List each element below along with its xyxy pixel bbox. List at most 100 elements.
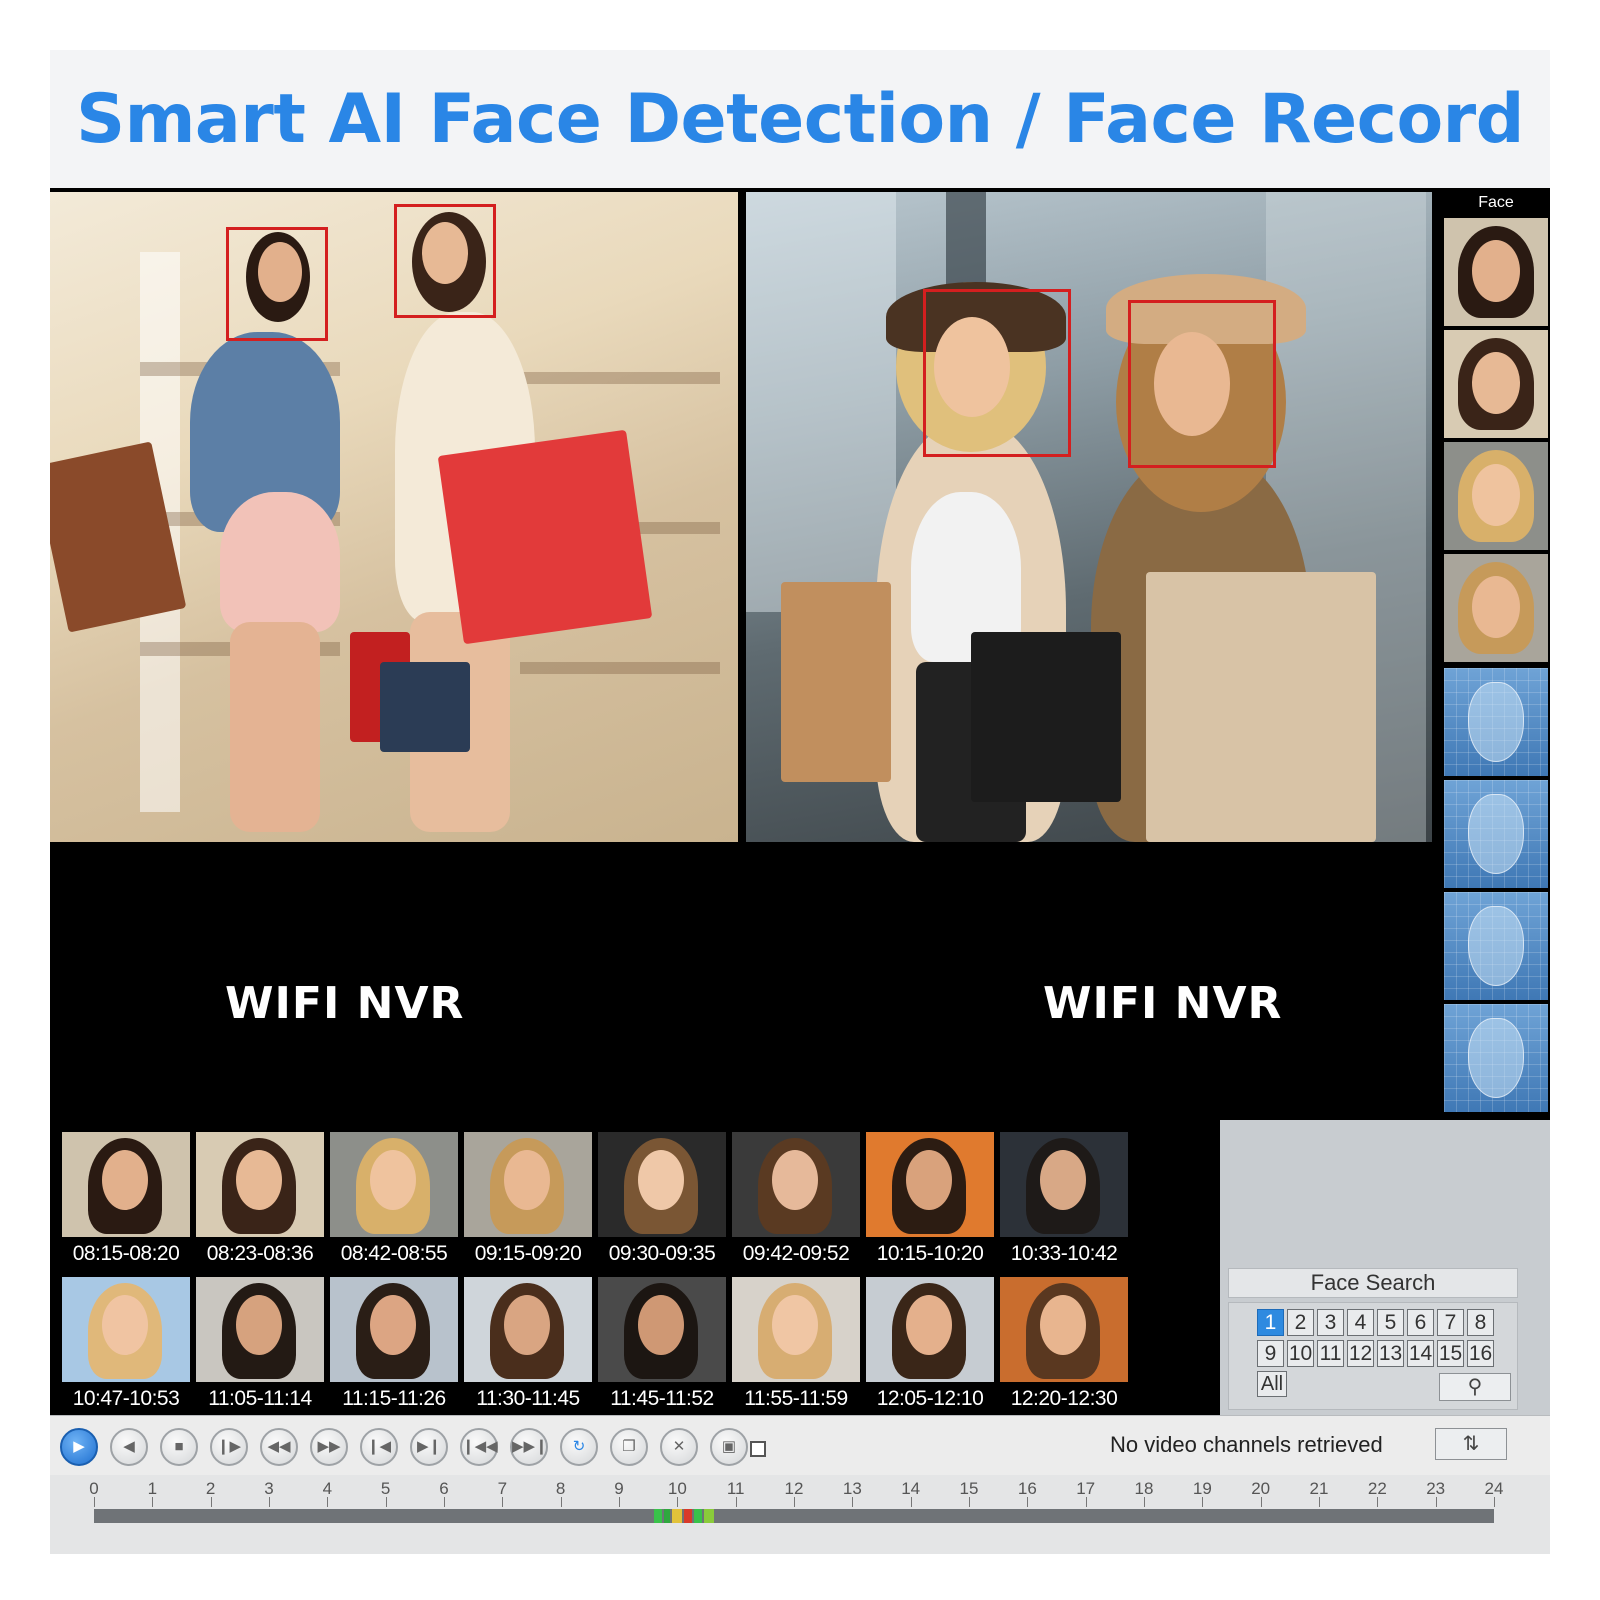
face-record-thumb[interactable] <box>1000 1277 1128 1382</box>
skip-start-button[interactable]: ❙◀ <box>360 1428 398 1466</box>
captured-face-thumb[interactable] <box>1444 330 1548 438</box>
face-record-time: 09:15-09:20 <box>474 1242 582 1265</box>
jump-forward-button[interactable]: ▶▶❙ <box>510 1428 548 1466</box>
skip-end-button[interactable]: ▶❙ <box>410 1428 448 1466</box>
channel-button-6[interactable]: 6 <box>1407 1309 1434 1336</box>
captured-face-thumb[interactable] <box>1444 442 1548 550</box>
face-record-thumb[interactable] <box>598 1277 726 1382</box>
face-record-thumb[interactable] <box>598 1132 726 1237</box>
skip-forward-icon: ▶❙ <box>416 1438 442 1455</box>
loop-button[interactable]: ↻ <box>560 1428 598 1466</box>
playback-panel: 08:15-08:20 08:23-08:36 08:42-08:55 09:15-0… <box>50 1120 1550 1554</box>
timeline-hour-label: 23 <box>1426 1479 1446 1498</box>
timeline-hour-label: 22 <box>1367 1479 1387 1498</box>
timeline-tick <box>502 1497 504 1507</box>
timeline-tick <box>385 1497 387 1507</box>
prev-frame-button[interactable]: ◀ <box>110 1428 148 1466</box>
shelf <box>520 372 720 384</box>
channel-button-13[interactable]: 13 <box>1377 1340 1404 1367</box>
face-record-thumb[interactable] <box>866 1132 994 1237</box>
timeline-tick <box>910 1497 912 1507</box>
cut-button[interactable]: ✕ <box>660 1428 698 1466</box>
timeline-hour-label: 0 <box>89 1479 99 1498</box>
face-record-thumb[interactable] <box>732 1277 860 1382</box>
timeline-hour-label: 1 <box>147 1479 158 1498</box>
captured-face-thumb[interactable] <box>1444 218 1548 326</box>
timeline-track[interactable] <box>94 1509 1494 1523</box>
refresh-button[interactable]: ⇅ <box>1435 1428 1507 1460</box>
nvr-interface: Smart AI Face Detection / Face Record WI… <box>50 50 1550 1554</box>
face-strip-title: Face <box>1478 194 1514 211</box>
fast-forward-icon: ▶▶ <box>317 1438 341 1455</box>
face-record-thumb[interactable] <box>866 1277 994 1382</box>
timeline-tick <box>1085 1497 1087 1507</box>
face-record-thumb[interactable] <box>1000 1132 1128 1237</box>
channel-button-15[interactable]: 15 <box>1437 1340 1464 1367</box>
timeline-tick <box>735 1497 737 1507</box>
camera-view-1[interactable] <box>50 192 738 842</box>
camera-view-2[interactable] <box>746 192 1432 842</box>
jump-back-icon: ❙◀◀ <box>462 1438 498 1455</box>
next-frame-button[interactable]: ❙▶ <box>210 1428 248 1466</box>
channel-button-10[interactable]: 10 <box>1287 1340 1314 1367</box>
prev-icon: ◀ <box>123 1438 135 1455</box>
camera-label-1: WIFI NVR <box>225 978 465 1029</box>
timeline-tick <box>269 1497 270 1507</box>
timeline-tick <box>327 1497 329 1507</box>
face-record-thumb[interactable] <box>196 1277 324 1382</box>
face-record-thumb[interactable] <box>330 1132 458 1237</box>
timeline-tick <box>560 1497 562 1507</box>
save-button[interactable]: ▣ <box>710 1428 748 1466</box>
channel-button-7[interactable]: 7 <box>1437 1309 1464 1336</box>
face-scan-thumb[interactable] <box>1444 1004 1548 1112</box>
timeline-hour-label: 8 <box>555 1479 566 1498</box>
play-icon: ▶ <box>73 1438 85 1455</box>
channel-button-16[interactable]: 16 <box>1467 1340 1494 1367</box>
face-scan-thumb[interactable] <box>1444 892 1548 1000</box>
skip-back-icon: ❙◀ <box>366 1438 392 1455</box>
channel-button-1[interactable]: 1 <box>1257 1309 1284 1336</box>
search-button[interactable]: ⚲ <box>1439 1373 1511 1401</box>
face-record-time: 10:47-10:53 <box>72 1387 180 1410</box>
face-record-grid: 08:15-08:20 08:23-08:36 08:42-08:55 09:15-0… <box>50 1120 1220 1415</box>
face-record-time: 12:05-12:10 <box>876 1387 984 1410</box>
channel-button-5[interactable]: 5 <box>1377 1309 1404 1336</box>
face-record-thumb[interactable] <box>196 1132 324 1237</box>
stop-button[interactable]: ■ <box>160 1428 198 1466</box>
shopping-bag <box>781 582 891 782</box>
copy-button[interactable]: ❐ <box>610 1428 648 1466</box>
sync-checkbox[interactable] <box>750 1441 766 1457</box>
channel-button-2[interactable]: 2 <box>1287 1309 1314 1336</box>
channel-button-14[interactable]: 14 <box>1407 1340 1434 1367</box>
channel-button-8[interactable]: 8 <box>1467 1309 1494 1336</box>
channel-button-11[interactable]: 11 <box>1317 1340 1344 1367</box>
face-record-thumb[interactable] <box>732 1132 860 1237</box>
face-detection-box <box>1128 300 1276 468</box>
face-record-time: 11:15-11:26 <box>342 1387 446 1410</box>
fast-forward-button[interactable]: ▶▶ <box>310 1428 348 1466</box>
face-record-thumb[interactable] <box>464 1277 592 1382</box>
play-button[interactable]: ▶ <box>60 1428 98 1466</box>
jump-back-button[interactable]: ❙◀◀ <box>460 1428 498 1466</box>
face-detection-box <box>394 204 496 318</box>
channel-button-4[interactable]: 4 <box>1347 1309 1374 1336</box>
rewind-button[interactable]: ◀◀ <box>260 1428 298 1466</box>
face-record-thumb[interactable] <box>330 1277 458 1382</box>
face-search-button[interactable]: Face Search <box>1228 1268 1518 1298</box>
channel-button-12[interactable]: 12 <box>1347 1340 1374 1367</box>
captured-face-thumb[interactable] <box>1444 554 1548 662</box>
face-record-thumb[interactable] <box>62 1277 190 1382</box>
face-record-time: 10:15-10:20 <box>876 1242 984 1265</box>
face-scan-thumb[interactable] <box>1444 668 1548 776</box>
face-record-thumb[interactable] <box>62 1132 190 1237</box>
channel-button-3[interactable]: 3 <box>1317 1309 1344 1336</box>
channel-button-9[interactable]: 9 <box>1257 1340 1284 1367</box>
face-scan-thumb[interactable] <box>1444 780 1548 888</box>
recording-segment <box>654 1509 662 1523</box>
face-record-thumb[interactable] <box>464 1132 592 1237</box>
captured-faces-strip: Face <box>1442 188 1550 1133</box>
refresh-arrows-icon: ⇅ <box>1462 1433 1480 1455</box>
timeline-tick <box>852 1497 854 1507</box>
all-channels-button[interactable]: All <box>1257 1371 1287 1397</box>
shopping-bag <box>971 632 1121 802</box>
